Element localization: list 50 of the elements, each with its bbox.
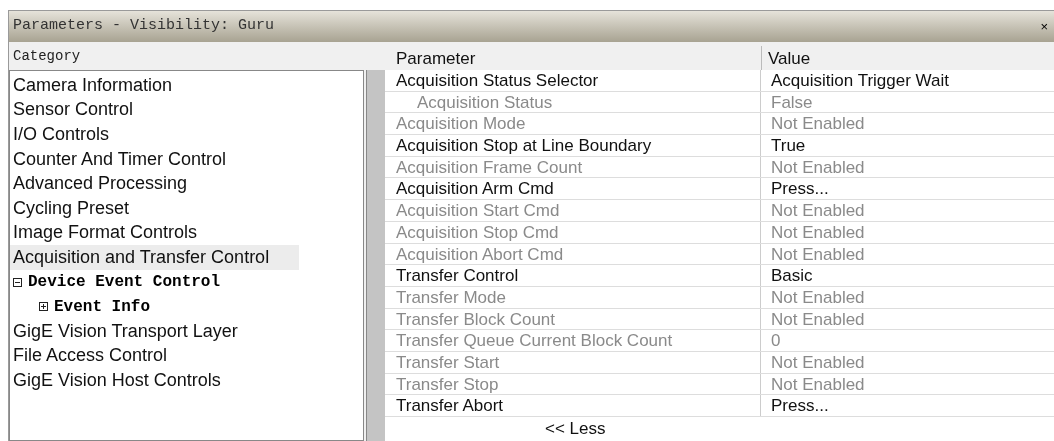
minus-box-icon[interactable] bbox=[13, 277, 22, 287]
value-cell[interactable]: Press... bbox=[761, 395, 1054, 416]
parameter-cell[interactable]: Transfer Start bbox=[385, 351, 761, 373]
value-cell[interactable]: Not Enabled bbox=[761, 243, 1054, 265]
value-cell[interactable]: Basic bbox=[761, 265, 1054, 286]
parameter-cell[interactable]: Transfer Mode bbox=[385, 286, 761, 308]
parameter-cell[interactable]: Acquisition Mode bbox=[385, 113, 761, 135]
value-cell[interactable]: Press... bbox=[761, 178, 1054, 200]
category-item[interactable]: GigE Vision Host Controls bbox=[10, 368, 363, 393]
parameter-cell[interactable]: Transfer Control bbox=[385, 265, 761, 286]
value-cell[interactable]: True bbox=[761, 135, 1054, 156]
category-item[interactable]: I/O Controls bbox=[10, 122, 363, 147]
value-cell[interactable]: 0 bbox=[761, 330, 1054, 351]
window-title: Parameters - Visibility: Guru bbox=[13, 16, 275, 37]
category-item[interactable]: Camera Information bbox=[10, 73, 363, 98]
category-item[interactable]: Counter And Timer Control bbox=[10, 146, 363, 172]
value-cell[interactable]: Not Enabled bbox=[761, 156, 1054, 178]
category-item[interactable]: File Access Control bbox=[10, 343, 363, 369]
value-cell[interactable]: Not Enabled bbox=[761, 200, 1054, 221]
parameter-cell[interactable]: Acquisition Abort Cmd bbox=[385, 243, 761, 265]
value-cell[interactable]: Not Enabled bbox=[761, 221, 1054, 243]
parameter-cell[interactable]: Acquisition Frame Count bbox=[385, 156, 761, 178]
column-header: Value bbox=[767, 48, 812, 70]
parameter-cell[interactable]: Acquisition Status bbox=[385, 91, 761, 113]
category-item[interactable]: Device Event Control bbox=[10, 269, 363, 295]
category-item[interactable]: Cycling Preset bbox=[10, 195, 363, 221]
close-button[interactable]: × bbox=[1038, 20, 1050, 33]
parameter-cell[interactable]: Acquisition Stop at Line Boundary bbox=[385, 135, 761, 156]
category-item[interactable]: Advanced Processing bbox=[10, 171, 363, 196]
value-cell[interactable]: Not Enabled bbox=[761, 373, 1054, 395]
column-header: Category bbox=[12, 46, 82, 66]
category-item[interactable]: GigE Vision Transport Layer bbox=[10, 318, 363, 344]
value-cell[interactable]: Not Enabled bbox=[761, 113, 1054, 135]
plus-box-icon[interactable] bbox=[39, 302, 48, 312]
value-cell[interactable]: Not Enabled bbox=[761, 351, 1054, 373]
parameter-cell[interactable]: Acquisition Stop Cmd bbox=[385, 221, 761, 243]
parameter-cell[interactable]: Acquisition Start Cmd bbox=[385, 200, 761, 221]
parameter-cell[interactable]: Transfer Abort bbox=[385, 395, 761, 416]
value-cell[interactable]: Not Enabled bbox=[761, 308, 1054, 330]
category-item[interactable]: Image Format Controls bbox=[10, 220, 363, 246]
less-button[interactable]: << Less bbox=[545, 418, 606, 439]
category-item[interactable]: Event Info bbox=[10, 294, 363, 319]
category-item[interactable]: Sensor Control bbox=[10, 97, 363, 123]
parameter-cell[interactable]: Transfer Stop bbox=[385, 373, 761, 395]
parameter-cell[interactable]: Acquisition Arm Cmd bbox=[385, 178, 761, 200]
value-cell[interactable]: Acquisition Trigger Wait bbox=[761, 70, 1054, 91]
parameter-cell[interactable]: Transfer Queue Current Block Count bbox=[385, 330, 761, 351]
value-cell[interactable]: Not Enabled bbox=[761, 286, 1054, 308]
category-item[interactable]: Acquisition and Transfer Control bbox=[9, 245, 299, 270]
parameter-cell[interactable]: Acquisition Status Selector bbox=[385, 70, 761, 91]
